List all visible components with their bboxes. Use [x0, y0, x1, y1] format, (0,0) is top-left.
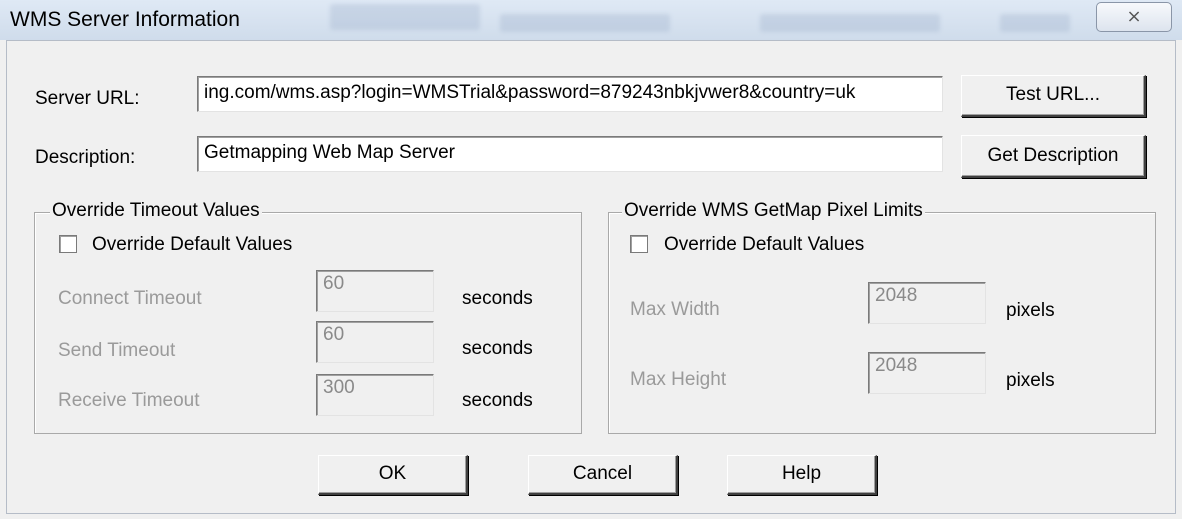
pixel-override-checkbox[interactable] — [630, 235, 648, 253]
max-height-unit: pixels — [1006, 370, 1055, 391]
receive-timeout-input[interactable]: 300 — [316, 374, 434, 416]
pixel-limits-group-legend: Override WMS GetMap Pixel Limits — [622, 200, 925, 222]
max-height-label: Max Height — [630, 369, 727, 390]
connect-timeout-input[interactable]: 60 — [316, 270, 434, 312]
max-width-unit: pixels — [1006, 300, 1055, 321]
send-timeout-unit: seconds — [462, 338, 533, 359]
max-width-input[interactable]: 2048 — [868, 282, 986, 324]
send-timeout-input[interactable]: 60 — [316, 321, 434, 363]
receive-timeout-unit: seconds — [462, 390, 533, 411]
test-url-button[interactable]: Test URL... — [961, 75, 1146, 117]
close-button[interactable]: ⨯ — [1096, 2, 1172, 32]
pixel-override-label: Override Default Values — [664, 234, 865, 255]
connect-timeout-label: Connect Timeout — [58, 288, 202, 309]
description-label: Description: — [35, 147, 136, 168]
close-icon: ⨯ — [1126, 6, 1142, 26]
send-timeout-label: Send Timeout — [58, 340, 176, 361]
description-input[interactable]: Getmapping Web Map Server — [197, 136, 943, 172]
window-title: WMS Server Information — [10, 8, 240, 31]
max-width-label: Max Width — [630, 299, 720, 320]
help-button[interactable]: Help — [727, 455, 877, 495]
connect-timeout-unit: seconds — [462, 288, 533, 309]
title-bar[interactable]: WMS Server Information ⨯ — [0, 0, 1182, 40]
timeout-override-checkbox[interactable] — [59, 235, 77, 253]
cancel-button[interactable]: Cancel — [528, 455, 678, 495]
get-description-button[interactable]: Get Description — [961, 135, 1146, 178]
timeout-group-legend: Override Timeout Values — [50, 200, 262, 222]
server-url-label: Server URL: — [35, 88, 140, 109]
wms-server-info-dialog: WMS Server Information ⨯ Server URL: ing… — [0, 0, 1182, 519]
timeout-override-label: Override Default Values — [92, 234, 293, 255]
receive-timeout-label: Receive Timeout — [58, 390, 200, 411]
server-url-input[interactable]: ing.com/wms.asp?login=WMSTrial&password=… — [197, 76, 943, 112]
max-height-input[interactable]: 2048 — [868, 352, 986, 394]
ok-button[interactable]: OK — [318, 455, 468, 495]
